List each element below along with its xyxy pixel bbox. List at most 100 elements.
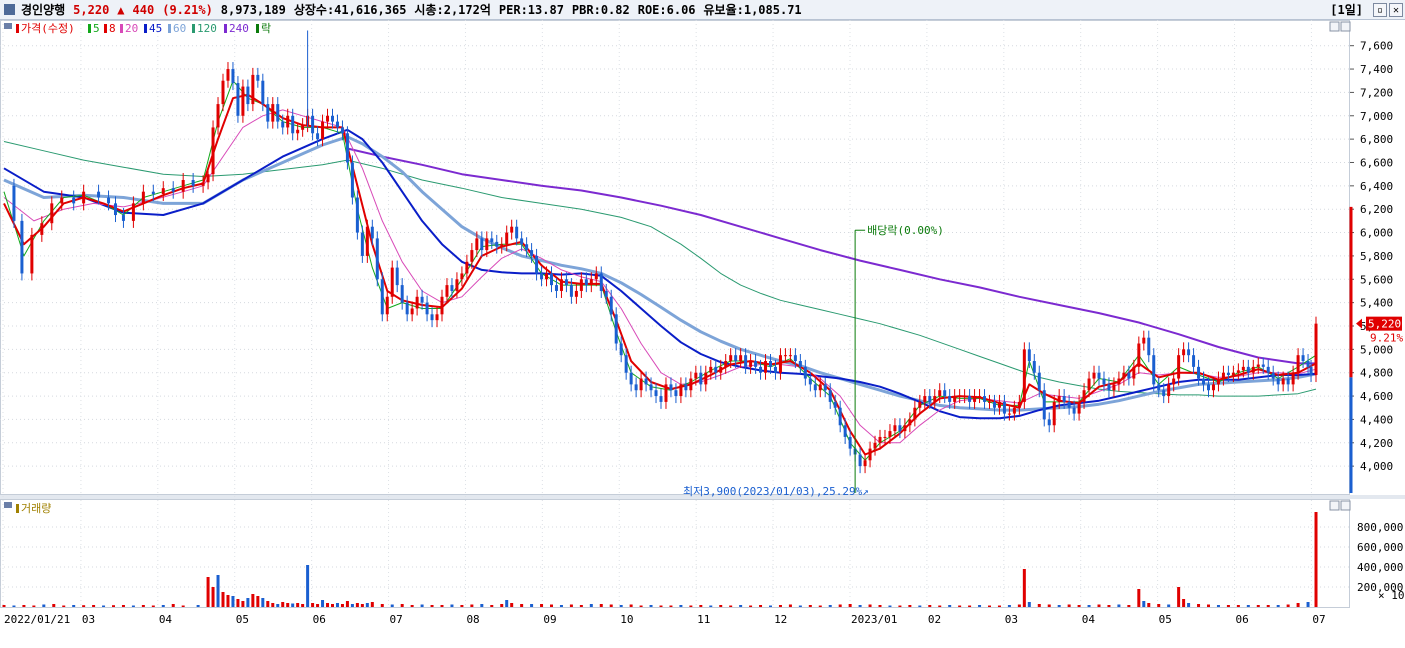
candle-body [958, 396, 962, 398]
volume-bar [505, 600, 509, 607]
stock-name[interactable]: 경인양행 [21, 1, 65, 18]
volume-pane-frame [0, 499, 1350, 608]
candle-body [370, 226, 374, 239]
candle-body [450, 285, 454, 291]
volume-bar [1216, 605, 1220, 607]
price-tick-label: 6,600 [1360, 156, 1393, 169]
period-button[interactable]: [1일] [1330, 1, 1363, 18]
candle-body [579, 279, 583, 291]
candle-body [1052, 401, 1056, 426]
volume-bar [699, 605, 703, 607]
date-tick-label: 10 [620, 613, 633, 626]
candle-body [236, 83, 240, 116]
volume-bar [868, 604, 872, 607]
restore-button[interactable]: ▫ [1373, 2, 1387, 17]
volume-bar [1157, 604, 1161, 607]
candle-body [619, 343, 623, 356]
candle-body [679, 384, 683, 397]
volume-bar [858, 605, 862, 607]
candle-body [858, 454, 862, 467]
candle-body [833, 401, 837, 408]
legend-swatch [88, 24, 91, 33]
candle-body [550, 273, 553, 286]
candle-body [1117, 378, 1121, 385]
candle-body [783, 355, 787, 357]
candle-body [545, 273, 549, 280]
candle-body [828, 390, 832, 402]
candle-body [425, 302, 429, 315]
volume-bar [390, 604, 394, 607]
price-tick-label: 7,400 [1360, 63, 1393, 76]
candle-body [813, 384, 817, 391]
volume-bar [1027, 602, 1031, 607]
candle-body [1291, 372, 1295, 385]
legend-swatch [16, 24, 19, 33]
candle-body [1002, 401, 1006, 414]
volume-bar [460, 605, 464, 607]
candle-body [271, 104, 275, 122]
volume-unit-label: × 10 [1378, 589, 1405, 602]
candle-body [1221, 372, 1225, 379]
volume-bar [321, 600, 325, 607]
candle-body [1077, 401, 1081, 414]
volume-bar [161, 605, 165, 607]
candle-body [321, 121, 325, 140]
candle-body [843, 425, 847, 437]
volume-bar [1057, 605, 1061, 607]
candle-body [773, 366, 777, 373]
candle-body [664, 384, 668, 402]
volume-handle-icon [4, 502, 12, 508]
volume-bar [559, 605, 563, 607]
volume-bar [32, 605, 36, 607]
volume-tick-label: 400,000 [1357, 561, 1403, 574]
candle-body [1281, 378, 1285, 385]
candle-body [1216, 378, 1220, 385]
candle-body [1182, 349, 1186, 356]
candle-body [759, 366, 763, 373]
candle-body [340, 127, 344, 134]
chart-canvas[interactable]: 4,0004,2004,4004,6004,8005,0005,2005,400… [0, 20, 1405, 648]
candle-body [1142, 337, 1146, 344]
volume-bar [520, 604, 524, 607]
volume-bar [1182, 599, 1186, 607]
candle-body [873, 442, 877, 449]
volume-bar [470, 604, 474, 607]
candle-body [231, 69, 235, 84]
volume-bar [978, 605, 982, 607]
volume-legend-label: 거래량 [21, 502, 51, 515]
candle-body [286, 115, 290, 128]
candle-body [838, 407, 842, 426]
candle-body [654, 390, 658, 397]
candle-body [415, 296, 419, 309]
volume-bar [1142, 601, 1146, 607]
volume-bar [306, 565, 310, 607]
volume-bar [1067, 604, 1071, 607]
close-button[interactable]: ✕ [1389, 2, 1403, 17]
volume-bar [211, 587, 215, 607]
candle-body [400, 285, 404, 303]
candle-body [978, 396, 982, 398]
candle-body [505, 232, 509, 245]
volume-bar [1137, 589, 1141, 607]
candle-body [1177, 355, 1181, 379]
price-change: 440 [132, 2, 155, 17]
volume-bar [171, 604, 175, 607]
candle-body [1202, 378, 1206, 385]
candle-body [301, 125, 305, 130]
date-tick-label: 06 [1236, 613, 1249, 626]
volume-bar [286, 603, 290, 607]
candle-body [1042, 390, 1046, 420]
candle-body [181, 180, 185, 192]
candle-body [465, 261, 469, 274]
volume-bar [1246, 605, 1250, 607]
volume-bar [360, 604, 364, 607]
candle-body [1097, 372, 1101, 379]
candle-body [191, 180, 195, 186]
candle-body [72, 197, 76, 204]
candle-body [1241, 366, 1245, 371]
candle-body [778, 355, 782, 373]
candle-body [540, 273, 544, 280]
date-tick-label: 08 [466, 613, 479, 626]
volume-bar [530, 604, 534, 607]
legend-label: 락 [261, 22, 271, 35]
